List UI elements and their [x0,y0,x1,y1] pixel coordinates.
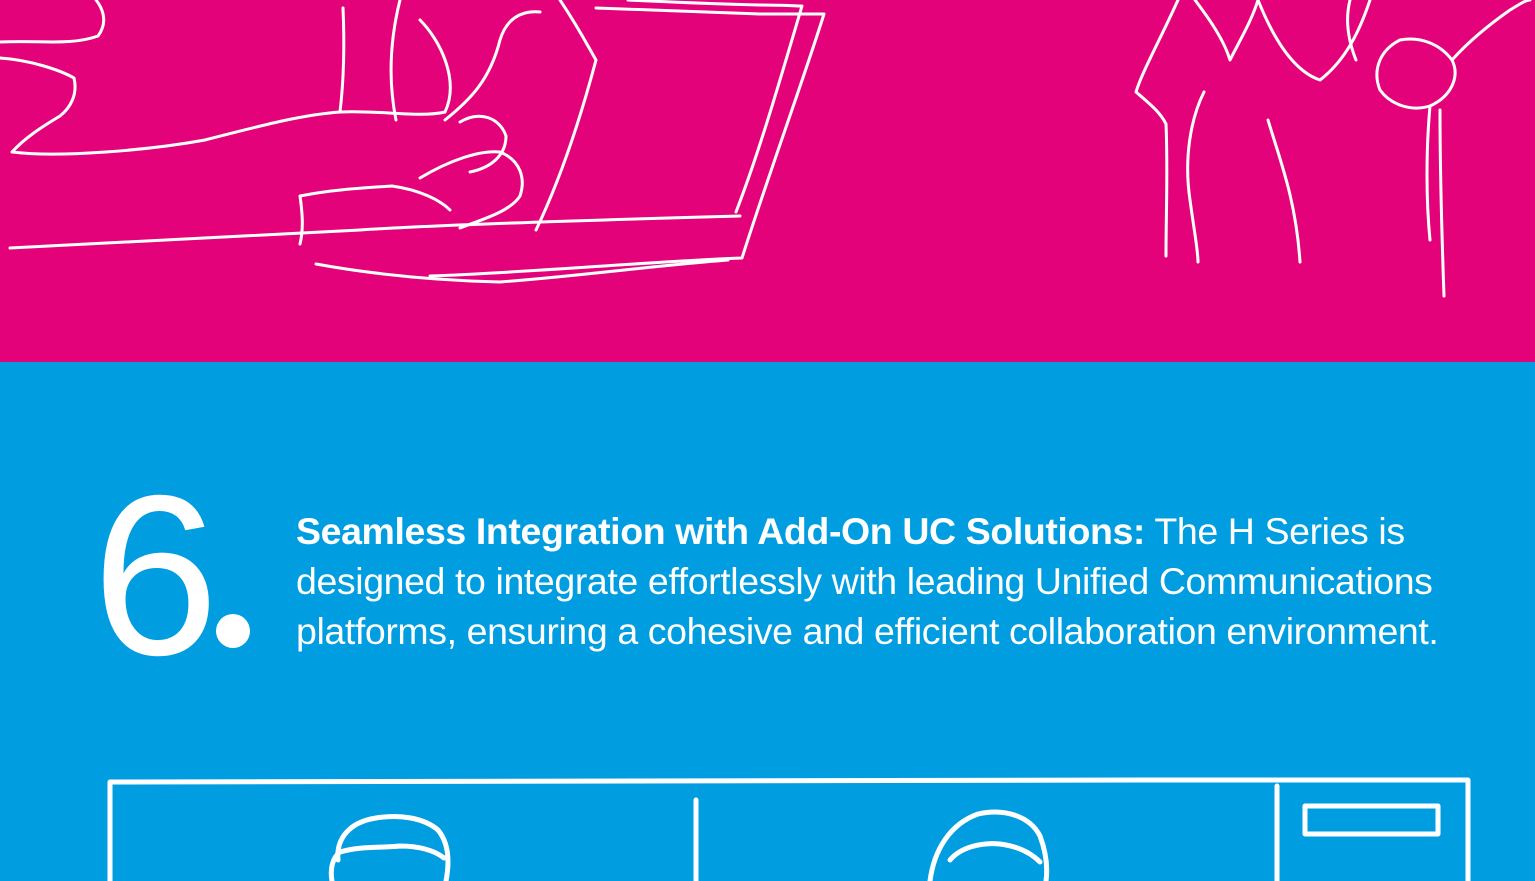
step-number-dot [216,614,250,648]
fingers-outline [418,150,524,230]
step-number: 6 [92,449,219,703]
keyboard-hand [298,184,452,246]
wrist-spike [338,6,346,114]
figure-left-side [1164,122,1169,258]
knuckle-outline [458,114,508,174]
infographic-page: 6 Seamless Integration with Add-On UC So… [0,0,1535,881]
feature-description: Seamless Integration with Add-On UC Solu… [296,506,1531,656]
laptop-user-line-illustration [0,0,1532,298]
figure-jacket-front [1186,90,1206,264]
hand-outline [338,18,452,116]
laptop-screen-outline [428,6,826,278]
figure-right-fold [1425,104,1432,242]
left-arm-outline [0,56,342,156]
left-hand-outline [0,0,106,44]
figure-lapel [1256,0,1372,82]
figure-chest-line [1346,0,1358,62]
figure-left-shoulder [1134,0,1180,126]
laptop-screen-inner [626,0,804,214]
figure-right-side [1438,108,1446,298]
feature-heading: Seamless Integration with Add-On UC Solu… [296,510,1146,552]
figure-right-arm [1450,0,1532,62]
screen-hinge [534,0,598,232]
figure-tie-line [1266,118,1302,264]
thumb-line [443,10,542,122]
figure-hand-fist [1375,37,1457,110]
sleeve-line [389,0,402,122]
figure-collar [1193,0,1260,62]
laptop-base-line [8,214,742,250]
